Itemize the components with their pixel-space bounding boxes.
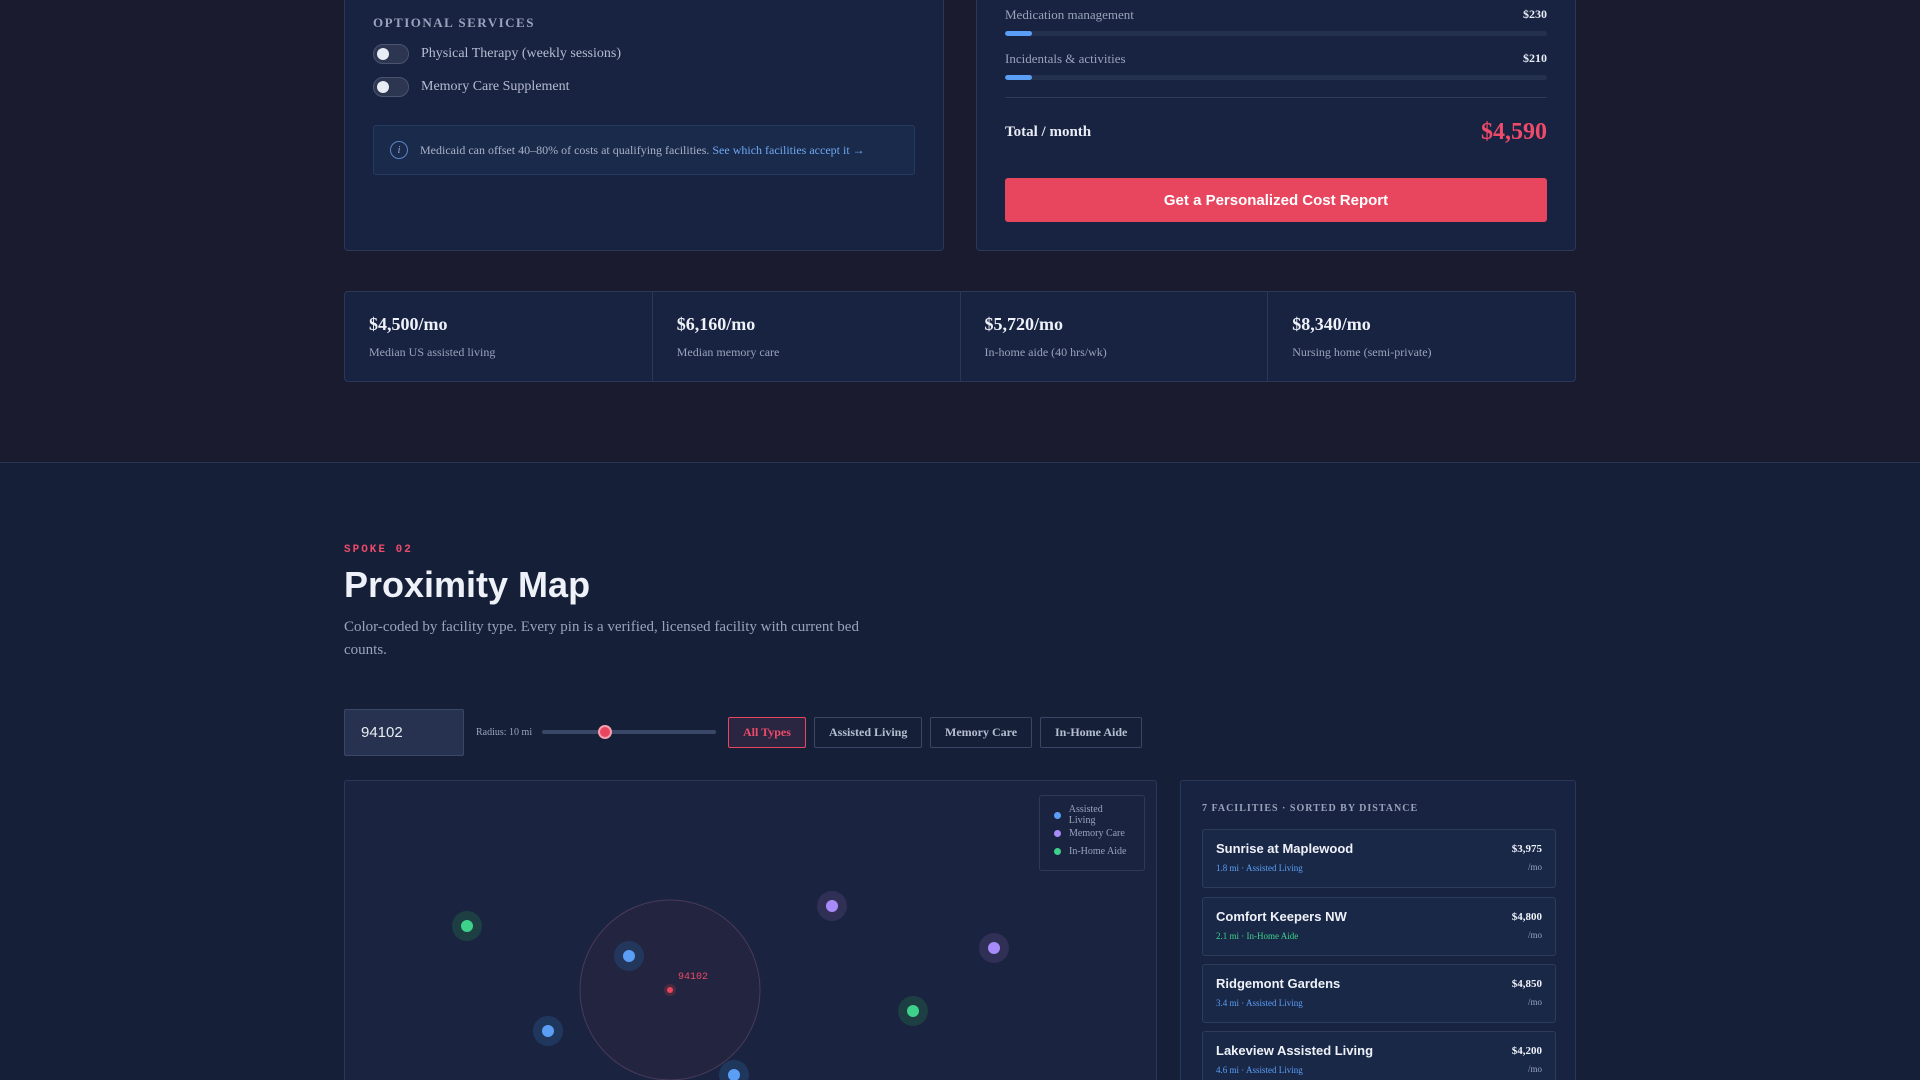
filter-memory-care[interactable]: Memory Care bbox=[930, 717, 1033, 748]
stat-label: Nursing home (semi-private) bbox=[1292, 345, 1432, 359]
radius-slider-thumb[interactable] bbox=[598, 725, 612, 739]
facility-price-unit: /mo bbox=[1527, 997, 1542, 1007]
cost-amount: $210 bbox=[1523, 51, 1547, 65]
stat-label: In-home aide (40 hrs/wk) bbox=[984, 345, 1107, 359]
optional-services-title: OPTIONAL SERVICES bbox=[373, 15, 535, 30]
physical-therapy-toggle[interactable] bbox=[373, 44, 409, 64]
facility-name: Sunrise at Maplewood bbox=[1216, 841, 1354, 856]
divider bbox=[1005, 97, 1547, 98]
cost-stats-strip: $4,500/mo Median US assisted living $6,1… bbox=[344, 291, 1576, 382]
physical-therapy-label: Physical Therapy (weekly sessions) bbox=[421, 46, 621, 61]
service-row-memory-care: Memory Care Supplement bbox=[373, 77, 570, 97]
stat-value: $8,340/mo bbox=[1292, 314, 1371, 334]
stat-assisted-living: $4,500/mo Median US assisted living bbox=[345, 292, 653, 381]
facility-price-unit: /mo bbox=[1527, 862, 1542, 872]
legend-label: Assisted Living bbox=[1068, 804, 1103, 826]
map-pin-in-home-aide[interactable] bbox=[898, 996, 928, 1026]
cost-row-incidentals: Incidentals & activities $210 bbox=[1005, 51, 1547, 80]
facilities-count-header: 7 FACILITIES · SORTED BY DISTANCE bbox=[1202, 803, 1419, 814]
medicaid-info-text: Medicaid can offset 40–80% of costs at q… bbox=[420, 142, 710, 157]
cost-label: Incidentals & activities bbox=[1005, 51, 1126, 66]
map-pin-in-home-aide[interactable] bbox=[452, 911, 482, 941]
facilities-list: 7 FACILITIES · SORTED BY DISTANCE Sunris… bbox=[1180, 780, 1576, 1080]
center-marker bbox=[667, 987, 673, 993]
facility-name: Comfort Keepers NW bbox=[1216, 909, 1347, 924]
facility-price: $4,800 bbox=[1511, 911, 1542, 923]
stat-in-home-aide: $5,720/mo In-home aide (40 hrs/wk) bbox=[961, 292, 1269, 381]
filter-assisted-living[interactable]: Assisted Living bbox=[814, 717, 923, 748]
center-zip-label: 94102 bbox=[678, 972, 708, 983]
map-pin-assisted-living[interactable] bbox=[533, 1016, 563, 1046]
total-label: Total / month bbox=[1005, 124, 1092, 140]
legend-item-memory-care: Memory Care bbox=[1054, 824, 1130, 842]
stat-nursing-home: $8,340/mo Nursing home (semi-private) bbox=[1268, 292, 1575, 381]
cost-bar bbox=[1005, 75, 1547, 80]
legend-item-assisted-living: Assisted Living bbox=[1054, 804, 1130, 826]
assisted-living-dot-icon bbox=[1054, 811, 1061, 819]
facility-meta: 3.4 mi · Assisted Living bbox=[1216, 998, 1303, 1008]
facility-card[interactable]: Lakeview Assisted Living 4.6 mi · Assist… bbox=[1202, 1031, 1556, 1080]
cost-amount: $230 bbox=[1523, 7, 1547, 21]
service-row-physical-therapy: Physical Therapy (weekly sessions) bbox=[373, 44, 621, 64]
optional-services-card: OPTIONAL SERVICES Physical Therapy (week… bbox=[344, 0, 944, 251]
facility-price-unit: /mo bbox=[1527, 930, 1542, 940]
proximity-map[interactable]: 94102 Assisted Living Memory Care In-Hom… bbox=[344, 780, 1157, 1080]
total-row: Total / month $4,590 bbox=[1005, 119, 1547, 146]
stat-memory-care: $6,160/mo Median memory care bbox=[653, 292, 961, 381]
facility-price-unit: /mo bbox=[1527, 1064, 1542, 1074]
filter-all-types[interactable]: All Types bbox=[728, 717, 806, 748]
facility-name: Ridgemont Gardens bbox=[1216, 976, 1341, 991]
total-value: $4,590 bbox=[1481, 119, 1547, 145]
memory-care-dot-icon bbox=[1054, 829, 1061, 837]
zip-code-input[interactable] bbox=[344, 709, 464, 756]
filter-in-home-aide[interactable]: In-Home Aide bbox=[1040, 717, 1143, 748]
cost-row-medication: Medication management $230 bbox=[1005, 7, 1547, 36]
stat-label: Median memory care bbox=[676, 345, 780, 359]
page-title: Proximity Map bbox=[344, 564, 591, 605]
facility-meta: 2.1 mi · In-Home Aide bbox=[1216, 931, 1299, 941]
map-pin-assisted-living[interactable] bbox=[614, 941, 644, 971]
cost-breakdown-card: Medication management $230 Incidentals &… bbox=[976, 0, 1576, 251]
map-canvas: 94102 bbox=[452, 891, 1009, 1080]
radius-label: Radius: 10 mi bbox=[476, 727, 533, 738]
cost-section: OPTIONAL SERVICES Physical Therapy (week… bbox=[0, 0, 1920, 462]
cost-bar-fill bbox=[1005, 75, 1033, 80]
medicaid-info-box: i Medicaid can offset 40–80% of costs at… bbox=[373, 125, 915, 175]
legend-item-in-home-aide: In-Home Aide bbox=[1054, 842, 1130, 860]
facility-card[interactable]: Sunrise at Maplewood 1.8 mi · Assisted L… bbox=[1202, 829, 1556, 888]
in-home-aide-dot-icon bbox=[1054, 847, 1061, 855]
toggle-knob bbox=[377, 48, 389, 60]
section-eyebrow: SPOKE 02 bbox=[344, 544, 413, 556]
facility-meta: 1.8 mi · Assisted Living bbox=[1216, 863, 1303, 873]
stat-label: Median US assisted living bbox=[369, 345, 496, 359]
memory-care-label: Memory Care Supplement bbox=[421, 79, 570, 94]
cost-label: Medication management bbox=[1005, 7, 1134, 22]
map-legend: Assisted Living Memory Care In-Home Aide bbox=[1039, 795, 1145, 871]
medicaid-facilities-link[interactable]: See which facilities accept it → bbox=[712, 143, 864, 157]
memory-care-toggle[interactable] bbox=[373, 77, 409, 97]
map-pin-assisted-living[interactable] bbox=[719, 1060, 749, 1080]
info-icon: i bbox=[390, 141, 408, 159]
stat-value: $4,500/mo bbox=[369, 314, 448, 334]
radius-slider[interactable] bbox=[542, 725, 716, 739]
stat-value: $6,160/mo bbox=[676, 314, 756, 334]
map-pin-memory-care[interactable] bbox=[817, 891, 847, 921]
legend-label: In-Home Aide bbox=[1069, 845, 1127, 857]
facility-price: $4,200 bbox=[1511, 1045, 1542, 1057]
facility-name: Lakeview Assisted Living bbox=[1216, 1043, 1374, 1058]
cost-bar bbox=[1005, 31, 1547, 36]
facility-price: $3,975 bbox=[1511, 843, 1542, 855]
facility-card[interactable]: Comfort Keepers NW 2.1 mi · In-Home Aide… bbox=[1202, 897, 1556, 956]
personalized-cost-report-button[interactable]: Get a Personalized Cost Report bbox=[1005, 178, 1547, 222]
map-pin-memory-care[interactable] bbox=[979, 933, 1009, 963]
cost-bar-fill bbox=[1005, 31, 1033, 36]
stat-value: $5,720/mo bbox=[984, 314, 1064, 334]
facility-card[interactable]: Ridgemont Gardens 3.4 mi · Assisted Livi… bbox=[1202, 964, 1556, 1023]
section-subtitle: Color-coded by facility type. Every pin … bbox=[344, 619, 859, 658]
facility-meta: 4.6 mi · Assisted Living bbox=[1216, 1065, 1303, 1075]
facility-price: $4,850 bbox=[1511, 978, 1542, 990]
legend-label: Memory Care bbox=[1069, 827, 1125, 839]
toggle-knob bbox=[377, 81, 389, 93]
